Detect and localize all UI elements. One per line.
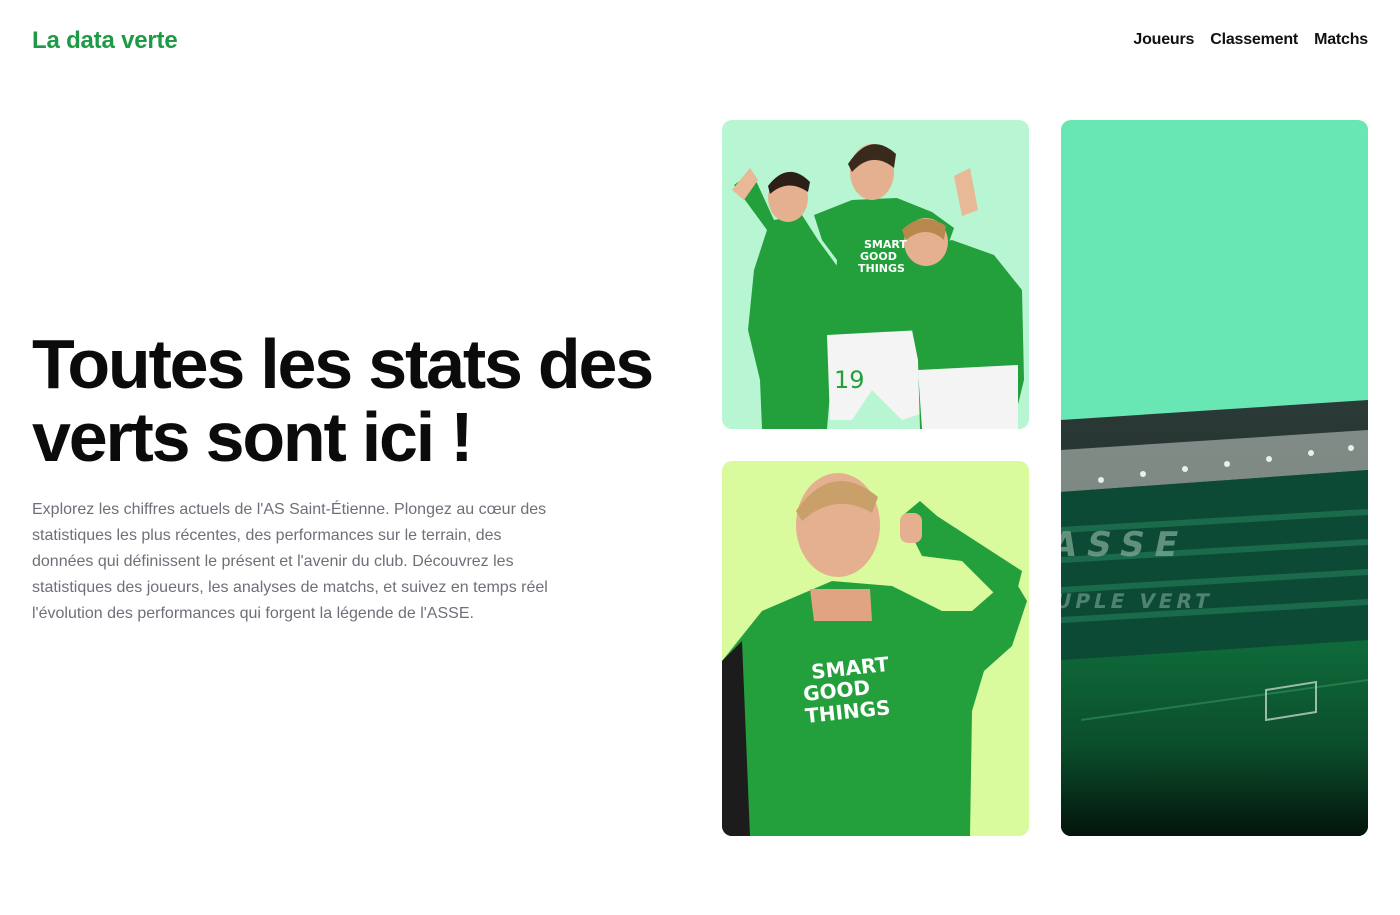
stadium-image: ASSE PEUPLE VERT bbox=[1061, 120, 1368, 836]
hero-description: Explorez les chiffres actuels de l'AS Sa… bbox=[32, 501, 548, 622]
site-logo[interactable]: La data verte bbox=[32, 27, 178, 55]
hero-title-line-1: Toutes les stats des bbox=[32, 325, 654, 403]
main-nav: Joueurs Classement Matchs bbox=[1133, 31, 1368, 49]
svg-text:THINGS: THINGS bbox=[858, 262, 905, 275]
players-celebrating-image: SMART GOOD THINGS 18 19 bbox=[722, 120, 1029, 429]
hero-title: Toutes les stats des verts sont ici ! bbox=[32, 328, 692, 474]
nav-link-matchs[interactable]: Matchs bbox=[1314, 31, 1368, 49]
stadium-illustration: ASSE PEUPLE VERT bbox=[1061, 120, 1368, 836]
players-celebrating-illustration: SMART GOOD THINGS 18 19 bbox=[722, 120, 1029, 429]
jersey-number-19: 19 bbox=[834, 366, 865, 394]
jersey-number-18: 18 bbox=[774, 398, 805, 426]
nav-link-classement[interactable]: Classement bbox=[1210, 31, 1298, 49]
nav-link-joueurs[interactable]: Joueurs bbox=[1133, 31, 1194, 49]
hero-title-line-2: verts sont ici ! bbox=[32, 398, 474, 476]
player-portrait-image: SMART GOOD THINGS bbox=[722, 461, 1029, 836]
player-portrait-illustration: SMART GOOD THINGS bbox=[722, 461, 1029, 836]
stadium-stand-letters: ASSE bbox=[1061, 525, 1192, 565]
site-header: La data verte Joueurs Classement Matchs bbox=[0, 0, 1400, 82]
stadium-stand-subtext: PEUPLE VERT bbox=[1061, 589, 1215, 613]
